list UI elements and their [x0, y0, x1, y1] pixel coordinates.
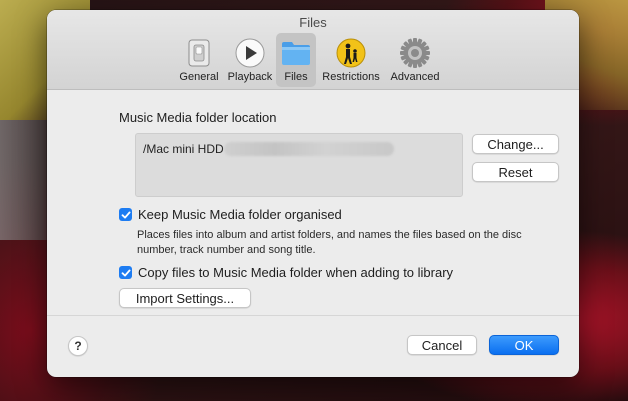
keep-organised-label: Keep Music Media folder organised	[138, 207, 342, 222]
keep-organised-description: Places files into album and artist folde…	[137, 229, 522, 256]
tab-restrictions[interactable]: Restrictions	[316, 33, 386, 87]
copy-files-option[interactable]: Copy files to Music Media folder when ad…	[119, 265, 453, 280]
copy-files-label: Copy files to Music Media folder when ad…	[138, 265, 454, 280]
play-icon	[235, 38, 265, 68]
tab-general-label: General	[179, 71, 219, 83]
folder-location-label: Music Media folder location	[119, 110, 277, 125]
tab-restrictions-label: Restrictions	[322, 71, 380, 83]
tab-general[interactable]: General	[174, 33, 224, 87]
folder-path-field: /Mac mini HDD	[135, 133, 463, 197]
checkmark-icon	[121, 211, 130, 218]
folder-path-text: /Mac mini HDD	[143, 142, 224, 156]
tab-playback[interactable]: Playback	[224, 33, 276, 87]
parental-controls-icon	[336, 38, 366, 68]
tab-advanced-label: Advanced	[390, 71, 440, 83]
switch-icon	[188, 39, 210, 67]
tab-advanced[interactable]: Advanced	[386, 33, 444, 87]
import-settings-button[interactable]: Import Settings...	[119, 288, 251, 308]
titlebar: Files General Playback Files Restriction…	[47, 10, 579, 90]
tab-files[interactable]: Files	[276, 33, 316, 87]
gear-icon	[400, 38, 430, 68]
redacted-path	[224, 142, 394, 156]
ok-button[interactable]: OK	[489, 335, 559, 355]
footer-divider	[47, 315, 579, 316]
keep-organised-checkbox[interactable]	[119, 208, 132, 221]
preferences-toolbar: General Playback Files Restrictions Adva…	[174, 33, 444, 87]
cancel-button[interactable]: Cancel	[407, 335, 477, 355]
copy-files-checkbox[interactable]	[119, 266, 132, 279]
folder-icon	[282, 42, 310, 65]
tab-playback-label: Playback	[227, 71, 273, 83]
tab-files-label: Files	[284, 71, 308, 83]
reset-button[interactable]: Reset	[472, 162, 559, 182]
window-title: Files	[299, 15, 327, 30]
change-button[interactable]: Change...	[472, 134, 559, 154]
help-button[interactable]: ?	[68, 336, 88, 356]
checkmark-icon	[121, 269, 130, 276]
preferences-window: Files General Playback Files Restriction…	[47, 10, 579, 377]
keep-organised-option[interactable]: Keep Music Media folder organised	[119, 207, 342, 222]
